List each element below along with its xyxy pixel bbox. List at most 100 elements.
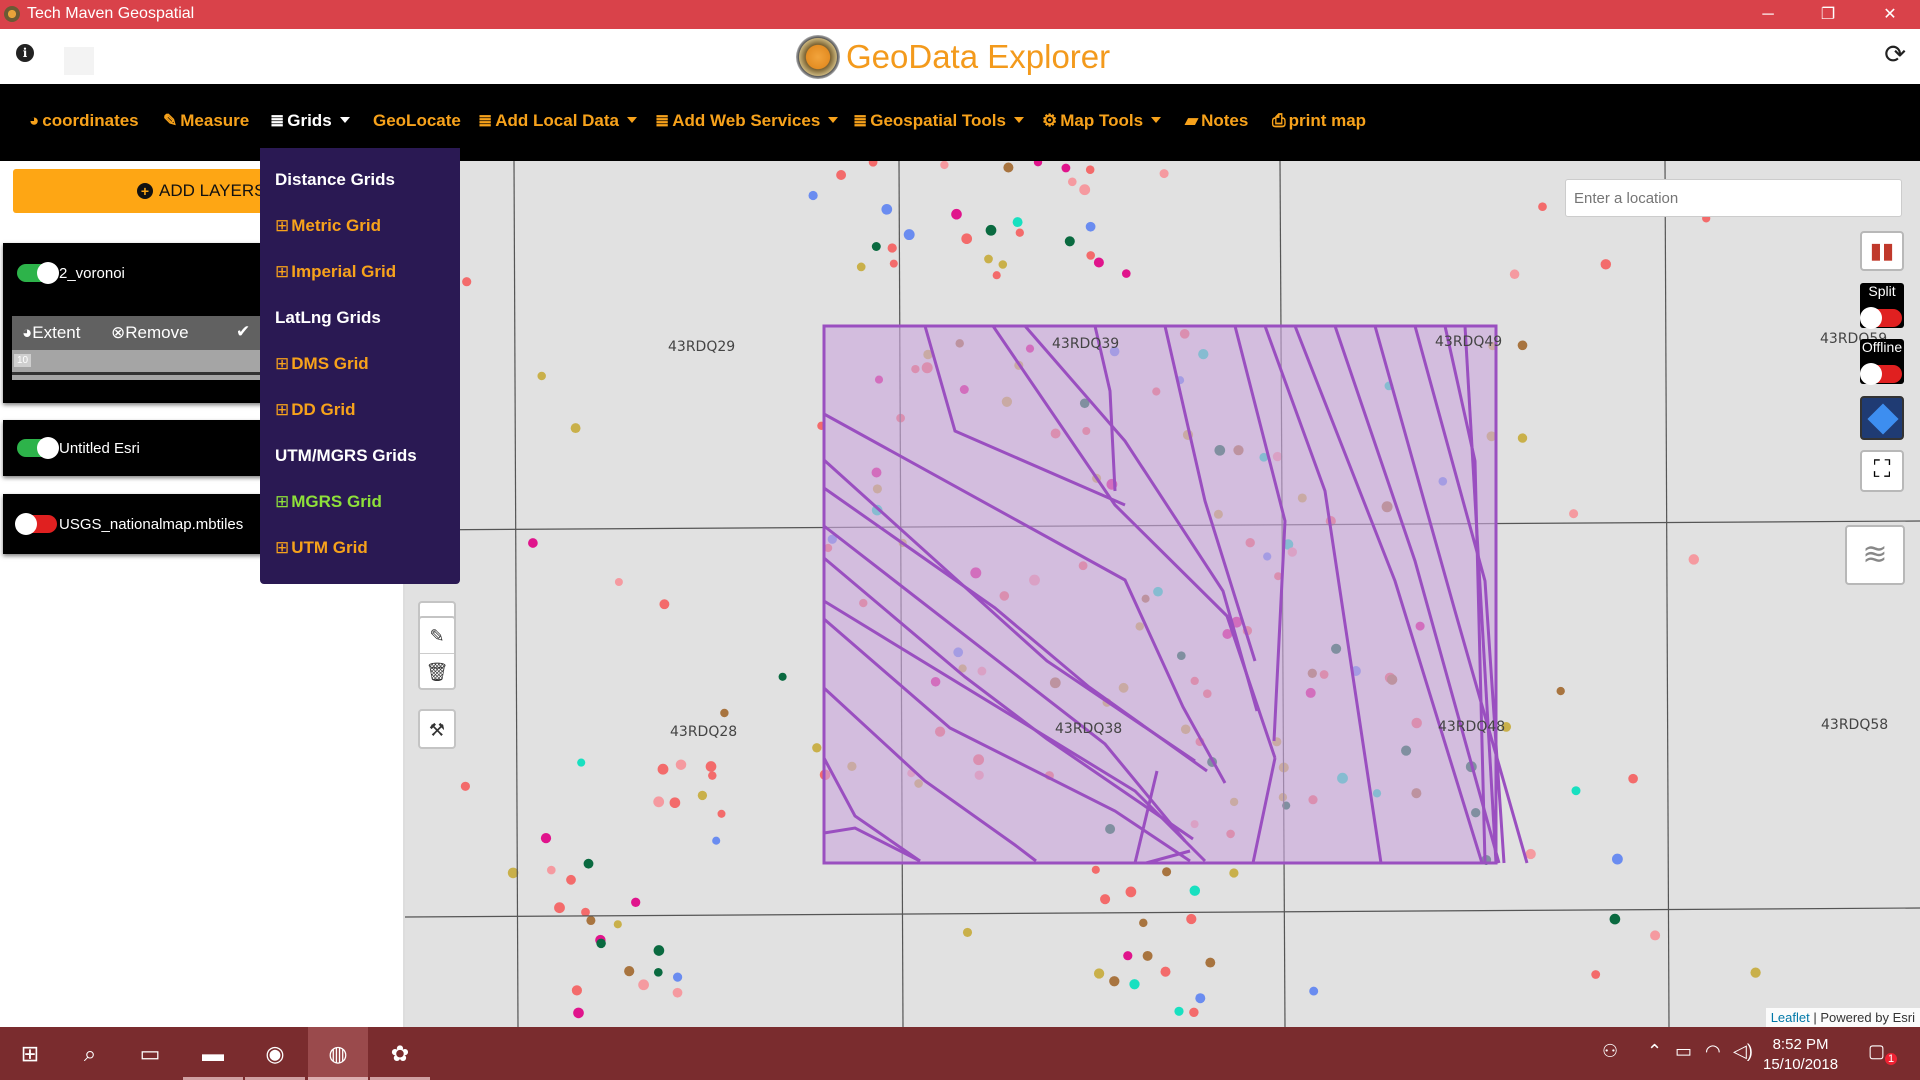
point-marker[interactable] bbox=[1033, 161, 1043, 167]
point-marker[interactable] bbox=[566, 874, 576, 885]
point-marker[interactable] bbox=[1600, 259, 1612, 270]
point-marker[interactable] bbox=[1109, 976, 1120, 987]
point-marker[interactable] bbox=[1093, 968, 1105, 979]
point-marker[interactable] bbox=[720, 708, 729, 718]
point-marker[interactable] bbox=[1189, 885, 1201, 896]
point-marker[interactable] bbox=[778, 672, 787, 681]
point-marker[interactable] bbox=[546, 865, 556, 875]
dropbox-icon[interactable] bbox=[1860, 396, 1904, 440]
point-marker[interactable] bbox=[984, 254, 993, 264]
map-canvas[interactable]: 43RDQ29 43RDQ39 43RDQ49 43RDQ59 43RDQ28 … bbox=[405, 161, 1920, 1027]
point-marker[interactable] bbox=[1067, 177, 1077, 187]
point-marker[interactable] bbox=[1121, 269, 1131, 278]
point-marker[interactable] bbox=[528, 538, 538, 548]
point-marker[interactable] bbox=[581, 907, 590, 917]
point-marker[interactable] bbox=[1123, 951, 1133, 961]
point-marker[interactable] bbox=[1003, 162, 1014, 173]
fullscreen-icon[interactable]: ⛶ bbox=[1860, 450, 1904, 492]
add-layers-button[interactable]: + ADD LAYERS bbox=[13, 169, 273, 213]
point-marker[interactable] bbox=[554, 902, 565, 914]
point-marker[interactable] bbox=[812, 743, 822, 753]
system-clock[interactable]: 8:52 PM 15/10/2018 bbox=[1763, 1035, 1838, 1075]
check-icon[interactable]: ✔ bbox=[236, 322, 250, 342]
point-marker[interactable] bbox=[614, 577, 623, 587]
point-marker[interactable] bbox=[808, 190, 818, 201]
point-marker[interactable] bbox=[1205, 957, 1216, 968]
wifi-icon[interactable]: ◠ bbox=[1705, 1041, 1721, 1062]
task-view-icon[interactable]: ▭ bbox=[120, 1027, 180, 1080]
nav-coordinates[interactable]: ◕ coordinates bbox=[29, 111, 139, 131]
point-marker[interactable] bbox=[1609, 913, 1621, 925]
point-marker[interactable] bbox=[1079, 184, 1091, 196]
info-icon[interactable]: i bbox=[16, 44, 34, 62]
delete-layers-icon[interactable]: 🗑 bbox=[420, 654, 454, 690]
nav-grids[interactable]: ≣ Grids bbox=[270, 111, 350, 131]
point-marker[interactable] bbox=[573, 1007, 584, 1019]
point-marker[interactable] bbox=[1064, 236, 1075, 247]
point-marker[interactable] bbox=[1628, 773, 1638, 784]
point-marker[interactable] bbox=[992, 271, 1001, 280]
point-marker[interactable] bbox=[836, 170, 847, 180]
geodata-explorer-taskbar-icon[interactable]: ◍ bbox=[308, 1027, 368, 1080]
nav-map-tools[interactable]: ⚙ Map Tools bbox=[1042, 111, 1162, 131]
point-marker[interactable] bbox=[672, 987, 683, 998]
point-marker[interactable] bbox=[705, 761, 717, 772]
point-marker[interactable] bbox=[962, 927, 973, 937]
point-marker[interactable] bbox=[583, 858, 594, 869]
point-marker[interactable] bbox=[1309, 986, 1319, 996]
point-marker[interactable] bbox=[1556, 686, 1565, 696]
point-marker[interactable] bbox=[868, 161, 878, 167]
layer-toggle-usgs[interactable] bbox=[15, 513, 57, 535]
point-marker[interactable] bbox=[1015, 228, 1024, 237]
menu-item-imperial-grid[interactable]: ⊞ Imperial Grid bbox=[275, 262, 396, 282]
nav-add-local-data[interactable]: ≣ Add Local Data bbox=[478, 111, 637, 131]
remove-button[interactable]: ⊗Remove bbox=[111, 323, 189, 343]
start-button[interactable]: ⊞ bbox=[0, 1027, 60, 1080]
location-search-input[interactable] bbox=[1565, 179, 1902, 217]
opacity-slider[interactable]: 10 bbox=[12, 350, 270, 380]
point-marker[interactable] bbox=[1061, 163, 1071, 173]
menu-item-dms-grid[interactable]: ⊞ DMS Grid bbox=[275, 354, 369, 374]
point-marker[interactable] bbox=[712, 836, 721, 845]
point-marker[interactable] bbox=[697, 790, 708, 801]
point-marker[interactable] bbox=[675, 759, 687, 770]
nav-notes[interactable]: ▰ Notes bbox=[1185, 111, 1248, 131]
point-marker[interactable] bbox=[653, 945, 665, 956]
layers-icon[interactable]: ≋ bbox=[1845, 525, 1905, 585]
point-marker[interactable] bbox=[1611, 853, 1623, 865]
point-marker[interactable] bbox=[1688, 554, 1700, 565]
search-icon[interactable]: ⌕ bbox=[60, 1027, 120, 1080]
point-marker[interactable] bbox=[570, 423, 581, 434]
chrome-icon[interactable]: ◉ bbox=[245, 1027, 305, 1080]
point-marker[interactable] bbox=[1085, 221, 1096, 232]
point-marker[interactable] bbox=[672, 972, 683, 982]
point-marker[interactable] bbox=[708, 771, 717, 780]
menu-item-mgrs-grid[interactable]: ⊞ MGRS Grid bbox=[275, 492, 382, 512]
point-marker[interactable] bbox=[856, 262, 866, 272]
point-marker[interactable] bbox=[1174, 1006, 1184, 1016]
point-marker[interactable] bbox=[961, 233, 973, 245]
point-marker[interactable] bbox=[889, 259, 898, 268]
volume-icon[interactable]: ◁) bbox=[1733, 1041, 1753, 1062]
point-marker[interactable] bbox=[1509, 269, 1520, 279]
point-marker[interactable] bbox=[1591, 970, 1601, 979]
point-marker[interactable] bbox=[653, 796, 665, 808]
point-marker[interactable] bbox=[871, 242, 881, 251]
extent-button[interactable]: ◕Extent bbox=[22, 323, 80, 343]
point-marker[interactable] bbox=[1129, 979, 1140, 990]
point-marker[interactable] bbox=[1086, 251, 1096, 260]
point-marker[interactable] bbox=[659, 599, 670, 610]
point-marker[interactable] bbox=[1650, 930, 1661, 941]
point-marker[interactable] bbox=[887, 243, 897, 253]
file-explorer-icon[interactable]: ▬ bbox=[183, 1027, 243, 1080]
point-marker[interactable] bbox=[577, 758, 586, 767]
point-marker[interactable] bbox=[1142, 950, 1153, 961]
restore-button[interactable]: ❐ bbox=[1800, 0, 1856, 29]
minimize-button[interactable]: ─ bbox=[1740, 0, 1796, 29]
point-marker[interactable] bbox=[1091, 865, 1100, 874]
point-marker[interactable] bbox=[638, 979, 649, 991]
point-marker[interactable] bbox=[903, 229, 915, 241]
point-marker[interactable] bbox=[586, 915, 596, 926]
point-marker[interactable] bbox=[653, 967, 663, 977]
leaflet-link[interactable]: Leaflet bbox=[1771, 1010, 1810, 1025]
